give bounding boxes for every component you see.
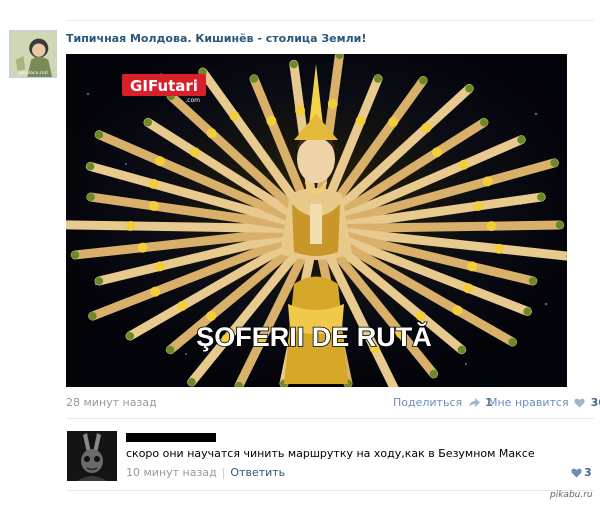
bottom-divider xyxy=(66,490,594,491)
arm-hand xyxy=(86,193,95,202)
post-time-link[interactable]: 28 минут назад xyxy=(66,396,157,409)
arm-bracelet xyxy=(125,220,136,231)
arm-bracelet xyxy=(463,283,474,294)
arm-hand xyxy=(517,135,526,144)
post-author-link[interactable]: Типичная Молдова. Кишинёв - столица Земл… xyxy=(66,32,366,45)
arm-bracelet xyxy=(494,243,505,254)
post-image-art: GIFutari .com ŞOFERII DE RUTĂ xyxy=(66,54,567,387)
comment-meta: 10 минут назад | Ответить xyxy=(126,466,285,479)
arm-hand xyxy=(144,118,153,127)
arm-bracelet xyxy=(206,128,217,139)
logo-sub-text: .com xyxy=(185,97,200,104)
community-avatar-image: boiplace.md xyxy=(10,31,56,77)
heart-icon xyxy=(574,398,585,411)
arm-hand xyxy=(465,84,474,93)
arm xyxy=(311,220,565,234)
arm-hand xyxy=(479,118,488,127)
comment-like-button[interactable]: 3 xyxy=(569,466,592,481)
arm-hand xyxy=(289,60,298,69)
arm-hand xyxy=(419,76,428,85)
arm-bracelet xyxy=(177,301,188,312)
arm-hand xyxy=(88,312,97,321)
comments-divider xyxy=(66,418,594,419)
post-footer: 28 минут назад Поделиться 1 Мне нравится… xyxy=(66,396,600,411)
arm-hand xyxy=(166,345,175,354)
arm-hand xyxy=(523,307,532,316)
comment-like-count: 3 xyxy=(584,466,592,479)
arm-bracelet xyxy=(266,115,277,126)
avatar-text: boiplace.md xyxy=(18,70,47,76)
arm-bracelet xyxy=(154,261,165,272)
arm-bracelet xyxy=(482,176,493,187)
arm-hand xyxy=(373,74,382,83)
community-avatar[interactable]: boiplace.md xyxy=(9,30,57,78)
share-icon xyxy=(468,398,480,411)
arm-hand xyxy=(187,378,196,387)
arm-bracelet xyxy=(388,117,399,128)
arm-bracelet xyxy=(458,159,469,170)
arm-bracelet xyxy=(150,286,161,297)
arm-bracelet xyxy=(473,200,484,211)
arm-hand xyxy=(126,331,135,340)
arm-hand xyxy=(550,158,559,167)
comment-text: скоро они научатся чинить маршрутку на х… xyxy=(126,447,535,460)
arm-bracelet xyxy=(486,221,497,232)
arm-hand xyxy=(250,74,259,83)
arm-hand xyxy=(508,338,517,347)
arm-bracelet xyxy=(148,200,159,211)
share-button[interactable]: Поделиться 1 xyxy=(393,396,493,411)
arm-bracelet xyxy=(415,310,426,321)
pikabu-watermark: pikabu.ru xyxy=(550,490,593,500)
arm-hand xyxy=(95,276,104,285)
like-label: Мне нравится xyxy=(488,396,569,409)
arm-hand xyxy=(86,162,95,171)
arm-hand xyxy=(429,369,438,378)
logo-text: GIFutari xyxy=(130,77,198,95)
like-count: 36 xyxy=(590,396,600,409)
arm-bracelet xyxy=(295,105,306,116)
arm-bracelet xyxy=(229,110,240,121)
arm-hand xyxy=(528,276,537,285)
arm-hand xyxy=(95,130,104,139)
arm-bracelet xyxy=(421,122,432,133)
arm-hand xyxy=(555,220,564,229)
arm-hand xyxy=(537,193,546,202)
top-divider xyxy=(66,20,594,21)
arm-bracelet xyxy=(206,310,217,321)
like-button[interactable]: Мне нравится 36 xyxy=(488,396,600,411)
commenter-avatar[interactable] xyxy=(67,431,117,481)
arm-bracelet xyxy=(327,98,338,109)
reply-link[interactable]: Ответить xyxy=(230,466,285,479)
arm-bracelet xyxy=(452,305,463,316)
arm-bracelet xyxy=(431,147,442,158)
meta-separator: | xyxy=(221,466,226,479)
arm-bracelet xyxy=(148,178,159,189)
arm-hand xyxy=(71,250,80,259)
commenter-name-redacted xyxy=(126,433,216,442)
arm-hand xyxy=(457,345,466,354)
comment-time-link[interactable]: 10 минут назад xyxy=(126,466,217,479)
arm-bracelet xyxy=(137,242,148,253)
post-image[interactable]: GIFutari .com ŞOFERII DE RUTĂ xyxy=(66,54,567,387)
arm-bracelet xyxy=(190,147,201,158)
commenter-avatar-image xyxy=(67,431,117,481)
meme-caption: ŞOFERII DE RUTĂ xyxy=(196,321,432,352)
arm-bracelet xyxy=(154,156,165,167)
arm-bracelet xyxy=(355,115,366,126)
arm-bracelet xyxy=(467,261,478,272)
share-label: Поделиться xyxy=(393,396,463,409)
heart-icon xyxy=(571,468,582,481)
